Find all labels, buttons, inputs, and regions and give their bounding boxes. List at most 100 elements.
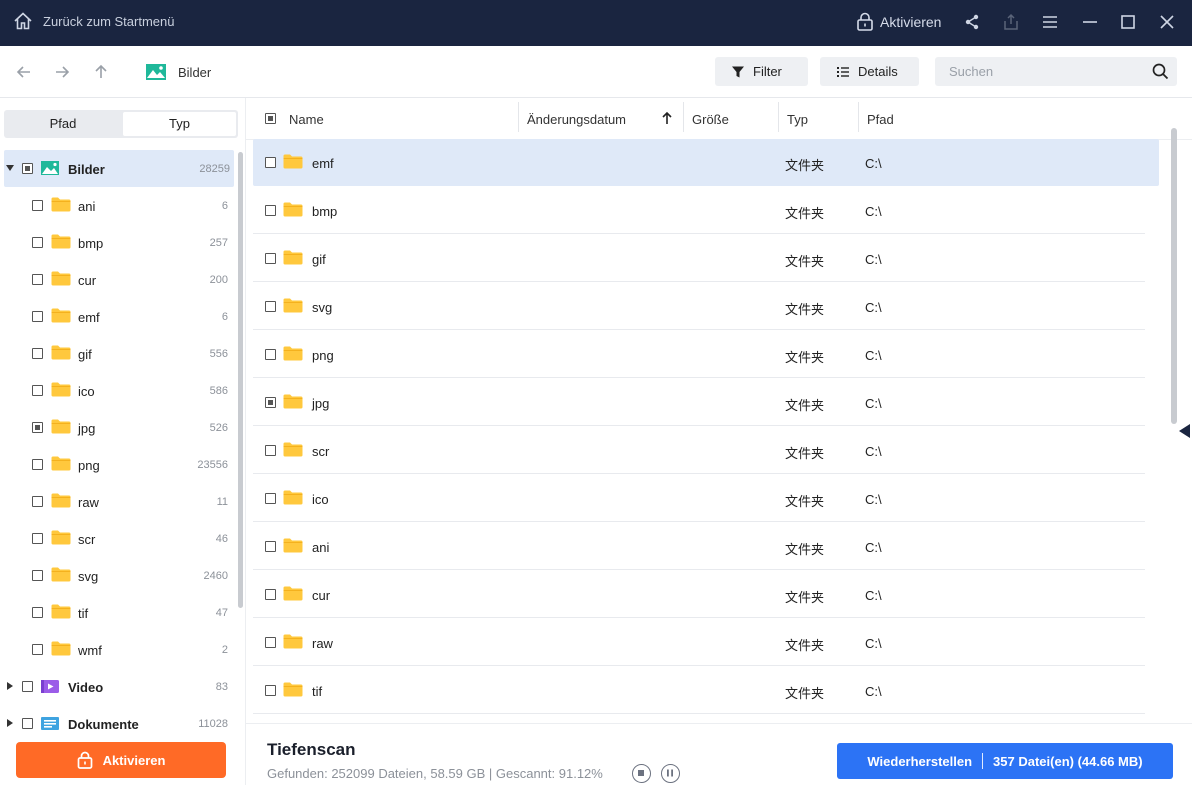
tree-checkbox[interactable] <box>32 348 43 359</box>
tree-checkbox[interactable] <box>32 533 43 544</box>
breadcrumb-current[interactable]: Bilder <box>178 65 211 80</box>
table-row[interactable]: jpg 文件夹 C:\ <box>253 379 1145 426</box>
row-checkbox[interactable] <box>265 301 276 312</box>
sort-ascending-icon[interactable] <box>661 111 673 125</box>
table-row[interactable]: tif 文件夹 C:\ <box>253 667 1145 714</box>
back-arrow-icon[interactable] <box>15 63 33 81</box>
table-row[interactable]: png 文件夹 C:\ <box>253 331 1145 378</box>
column-size[interactable]: Größe <box>692 112 729 127</box>
tree-checkbox[interactable] <box>32 422 43 433</box>
tree-checkbox[interactable] <box>22 718 33 729</box>
row-checkbox[interactable] <box>265 493 276 504</box>
column-type[interactable]: Typ <box>787 112 808 127</box>
row-checkbox[interactable] <box>265 205 276 216</box>
file-path: C:\ <box>865 348 882 363</box>
up-arrow-icon[interactable] <box>92 63 110 81</box>
tree-checkbox[interactable] <box>32 496 43 507</box>
home-icon[interactable] <box>12 10 34 32</box>
search-input[interactable] <box>935 57 1145 86</box>
column-divider[interactable] <box>683 102 684 132</box>
maximize-icon[interactable] <box>1118 12 1138 32</box>
tree-item[interactable]: raw 11 <box>0 483 234 520</box>
tree-checkbox[interactable] <box>32 607 43 618</box>
table-row[interactable]: bmp 文件夹 C:\ <box>253 187 1145 234</box>
sidebar-scrollbar[interactable] <box>238 152 243 608</box>
tree-checkbox[interactable] <box>32 644 43 655</box>
tree-item[interactable]: ani 6 <box>0 187 234 224</box>
tree-item-video[interactable]: Video 83 <box>0 668 234 705</box>
back-to-start-link[interactable]: Zurück zum Startmenü <box>43 14 175 29</box>
tree-checkbox[interactable] <box>32 570 43 581</box>
column-path[interactable]: Pfad <box>867 112 894 127</box>
preview-panel-toggle[interactable] <box>1179 424 1190 438</box>
menu-icon[interactable] <box>1040 12 1060 32</box>
column-divider[interactable] <box>518 102 519 132</box>
pause-scan-button[interactable] <box>661 764 680 783</box>
minimize-icon[interactable] <box>1080 12 1100 32</box>
tree-checkbox[interactable] <box>22 163 33 174</box>
table-row[interactable]: svg 文件夹 C:\ <box>253 283 1145 330</box>
row-checkbox[interactable] <box>265 589 276 600</box>
tree-item-dokumente[interactable]: Dokumente 11028 <box>0 705 234 742</box>
scan-title: Tiefenscan <box>267 740 356 759</box>
tree-checkbox[interactable] <box>22 681 33 692</box>
tree-item[interactable]: bmp 257 <box>0 224 234 261</box>
tree-item[interactable]: png 23556 <box>0 446 234 483</box>
recover-button[interactable]: Wiederherstellen 357 Datei(en) (44.66 MB… <box>837 743 1173 779</box>
tree-checkbox[interactable] <box>32 274 43 285</box>
tree-item[interactable]: wmf 2 <box>0 631 234 668</box>
row-checkbox[interactable] <box>265 637 276 648</box>
row-checkbox[interactable] <box>265 397 276 408</box>
expand-arrow-icon[interactable] <box>7 719 13 727</box>
tree-checkbox[interactable] <box>32 237 43 248</box>
share-icon[interactable] <box>962 12 982 32</box>
column-divider[interactable] <box>858 102 859 132</box>
row-checkbox[interactable] <box>265 541 276 552</box>
table-row[interactable]: cur 文件夹 C:\ <box>253 571 1145 618</box>
table-row[interactable]: raw 文件夹 C:\ <box>253 619 1145 666</box>
tree-checkbox[interactable] <box>32 200 43 211</box>
file-list-scrollbar[interactable] <box>1171 128 1177 424</box>
activate-top-button[interactable]: Aktivieren <box>856 11 941 33</box>
row-checkbox[interactable] <box>265 685 276 696</box>
row-checkbox[interactable] <box>265 253 276 264</box>
select-all-checkbox[interactable] <box>265 113 276 124</box>
table-row[interactable]: emf 文件夹 C:\ <box>253 139 1159 186</box>
tree-checkbox[interactable] <box>32 311 43 322</box>
table-row[interactable]: scr 文件夹 C:\ <box>253 427 1145 474</box>
column-name[interactable]: Name <box>289 112 324 127</box>
details-button[interactable]: Details <box>820 57 919 86</box>
forward-arrow-icon[interactable] <box>53 63 71 81</box>
table-row[interactable]: ico 文件夹 C:\ <box>253 475 1145 522</box>
filter-button[interactable]: Filter <box>715 57 808 86</box>
tree-item[interactable]: gif 556 <box>0 335 234 372</box>
table-row[interactable]: gif 文件夹 C:\ <box>253 235 1145 282</box>
column-date[interactable]: Änderungsdatum <box>527 112 626 127</box>
stop-scan-button[interactable] <box>632 764 651 783</box>
tree-checkbox[interactable] <box>32 385 43 396</box>
row-checkbox[interactable] <box>265 445 276 456</box>
tree-item[interactable]: jpg 526 <box>0 409 234 446</box>
tree-checkbox[interactable] <box>32 459 43 470</box>
tree-item-bilder[interactable]: Bilder 28259 <box>4 150 234 187</box>
tab-pfad[interactable]: Pfad <box>6 112 120 136</box>
row-checkbox[interactable] <box>265 157 276 168</box>
close-icon[interactable] <box>1157 12 1177 32</box>
tree-item[interactable]: tif 47 <box>0 594 234 631</box>
activate-button[interactable]: Aktivieren <box>16 742 226 778</box>
tree-item[interactable]: emf 6 <box>0 298 234 335</box>
export-icon[interactable] <box>1001 12 1021 32</box>
tree-item[interactable]: svg 2460 <box>0 557 234 594</box>
column-divider[interactable] <box>778 102 779 132</box>
table-row[interactable]: ani 文件夹 C:\ <box>253 523 1145 570</box>
row-checkbox[interactable] <box>265 349 276 360</box>
file-type: 文件夹 <box>785 686 825 701</box>
tree-item-count: 23556 <box>197 459 228 471</box>
tree-item[interactable]: cur 200 <box>0 261 234 298</box>
search-icon[interactable] <box>1152 63 1169 80</box>
expand-arrow-icon[interactable] <box>7 682 13 690</box>
tree-item[interactable]: scr 46 <box>0 520 234 557</box>
tab-typ[interactable]: Typ <box>123 112 236 136</box>
expand-arrow-icon[interactable] <box>6 165 14 171</box>
tree-item[interactable]: ico 586 <box>0 372 234 409</box>
